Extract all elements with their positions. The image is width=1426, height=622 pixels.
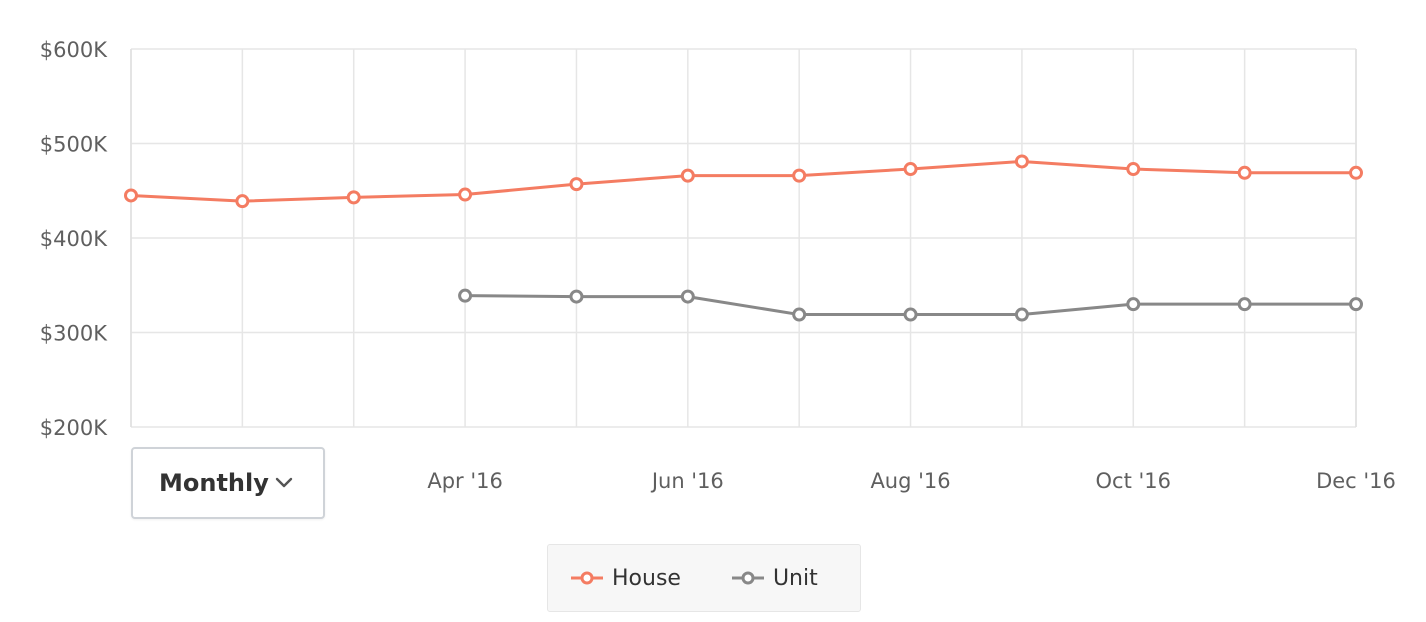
chart-legend: House Unit xyxy=(547,544,861,612)
data-point-unit xyxy=(1237,297,1252,312)
series-line-house xyxy=(130,159,1356,203)
line-chart: $600K $500K $400K $300K $200K Apr '16 Jun '16 A… xyxy=(40,38,1396,493)
x-tick-label: Aug '16 xyxy=(870,469,950,493)
data-point-unit xyxy=(569,289,584,304)
legend-label-house: House xyxy=(612,565,681,591)
data-point-unit xyxy=(458,288,473,303)
data-point-house xyxy=(680,168,695,183)
data-point-house xyxy=(1349,165,1363,180)
data-point-house xyxy=(1126,162,1141,177)
y-tick-label: $400K xyxy=(40,227,108,251)
chevron-down-icon xyxy=(275,477,293,488)
x-tick-label: Jun '16 xyxy=(650,469,724,493)
y-tick-label: $300K xyxy=(40,322,108,346)
data-point-house xyxy=(903,162,918,177)
legend-marker-house xyxy=(571,571,603,585)
data-point-house xyxy=(124,188,138,203)
legend-item-unit[interactable]: Unit xyxy=(731,566,818,591)
data-point-unit xyxy=(680,289,695,304)
y-tick-label: $600K xyxy=(40,38,108,62)
x-tick-label: Oct '16 xyxy=(1096,469,1171,493)
data-point-house xyxy=(346,190,361,205)
legend-marker-unit xyxy=(731,571,764,585)
data-point-house xyxy=(1014,154,1029,169)
data-point-house xyxy=(792,168,807,183)
period-dropdown[interactable]: Monthly xyxy=(131,447,325,519)
data-point-house xyxy=(1237,165,1252,180)
period-dropdown-label: Monthly xyxy=(159,469,269,497)
legend-item-house[interactable]: House xyxy=(570,566,681,591)
data-point-unit xyxy=(1014,307,1029,322)
x-tick-label: Apr '16 xyxy=(427,469,503,493)
data-point-house xyxy=(569,177,584,192)
y-tick-label: $200K xyxy=(40,416,108,440)
x-tick-label: Dec '16 xyxy=(1316,469,1396,493)
data-point-unit xyxy=(903,307,918,322)
data-point-unit xyxy=(792,307,807,322)
data-point-house xyxy=(458,187,473,202)
y-tick-label: $500K xyxy=(40,133,108,157)
data-point-unit xyxy=(1126,297,1141,312)
legend-label-unit: Unit xyxy=(772,565,818,591)
data-point-house xyxy=(235,194,250,209)
data-point-unit xyxy=(1349,297,1363,312)
